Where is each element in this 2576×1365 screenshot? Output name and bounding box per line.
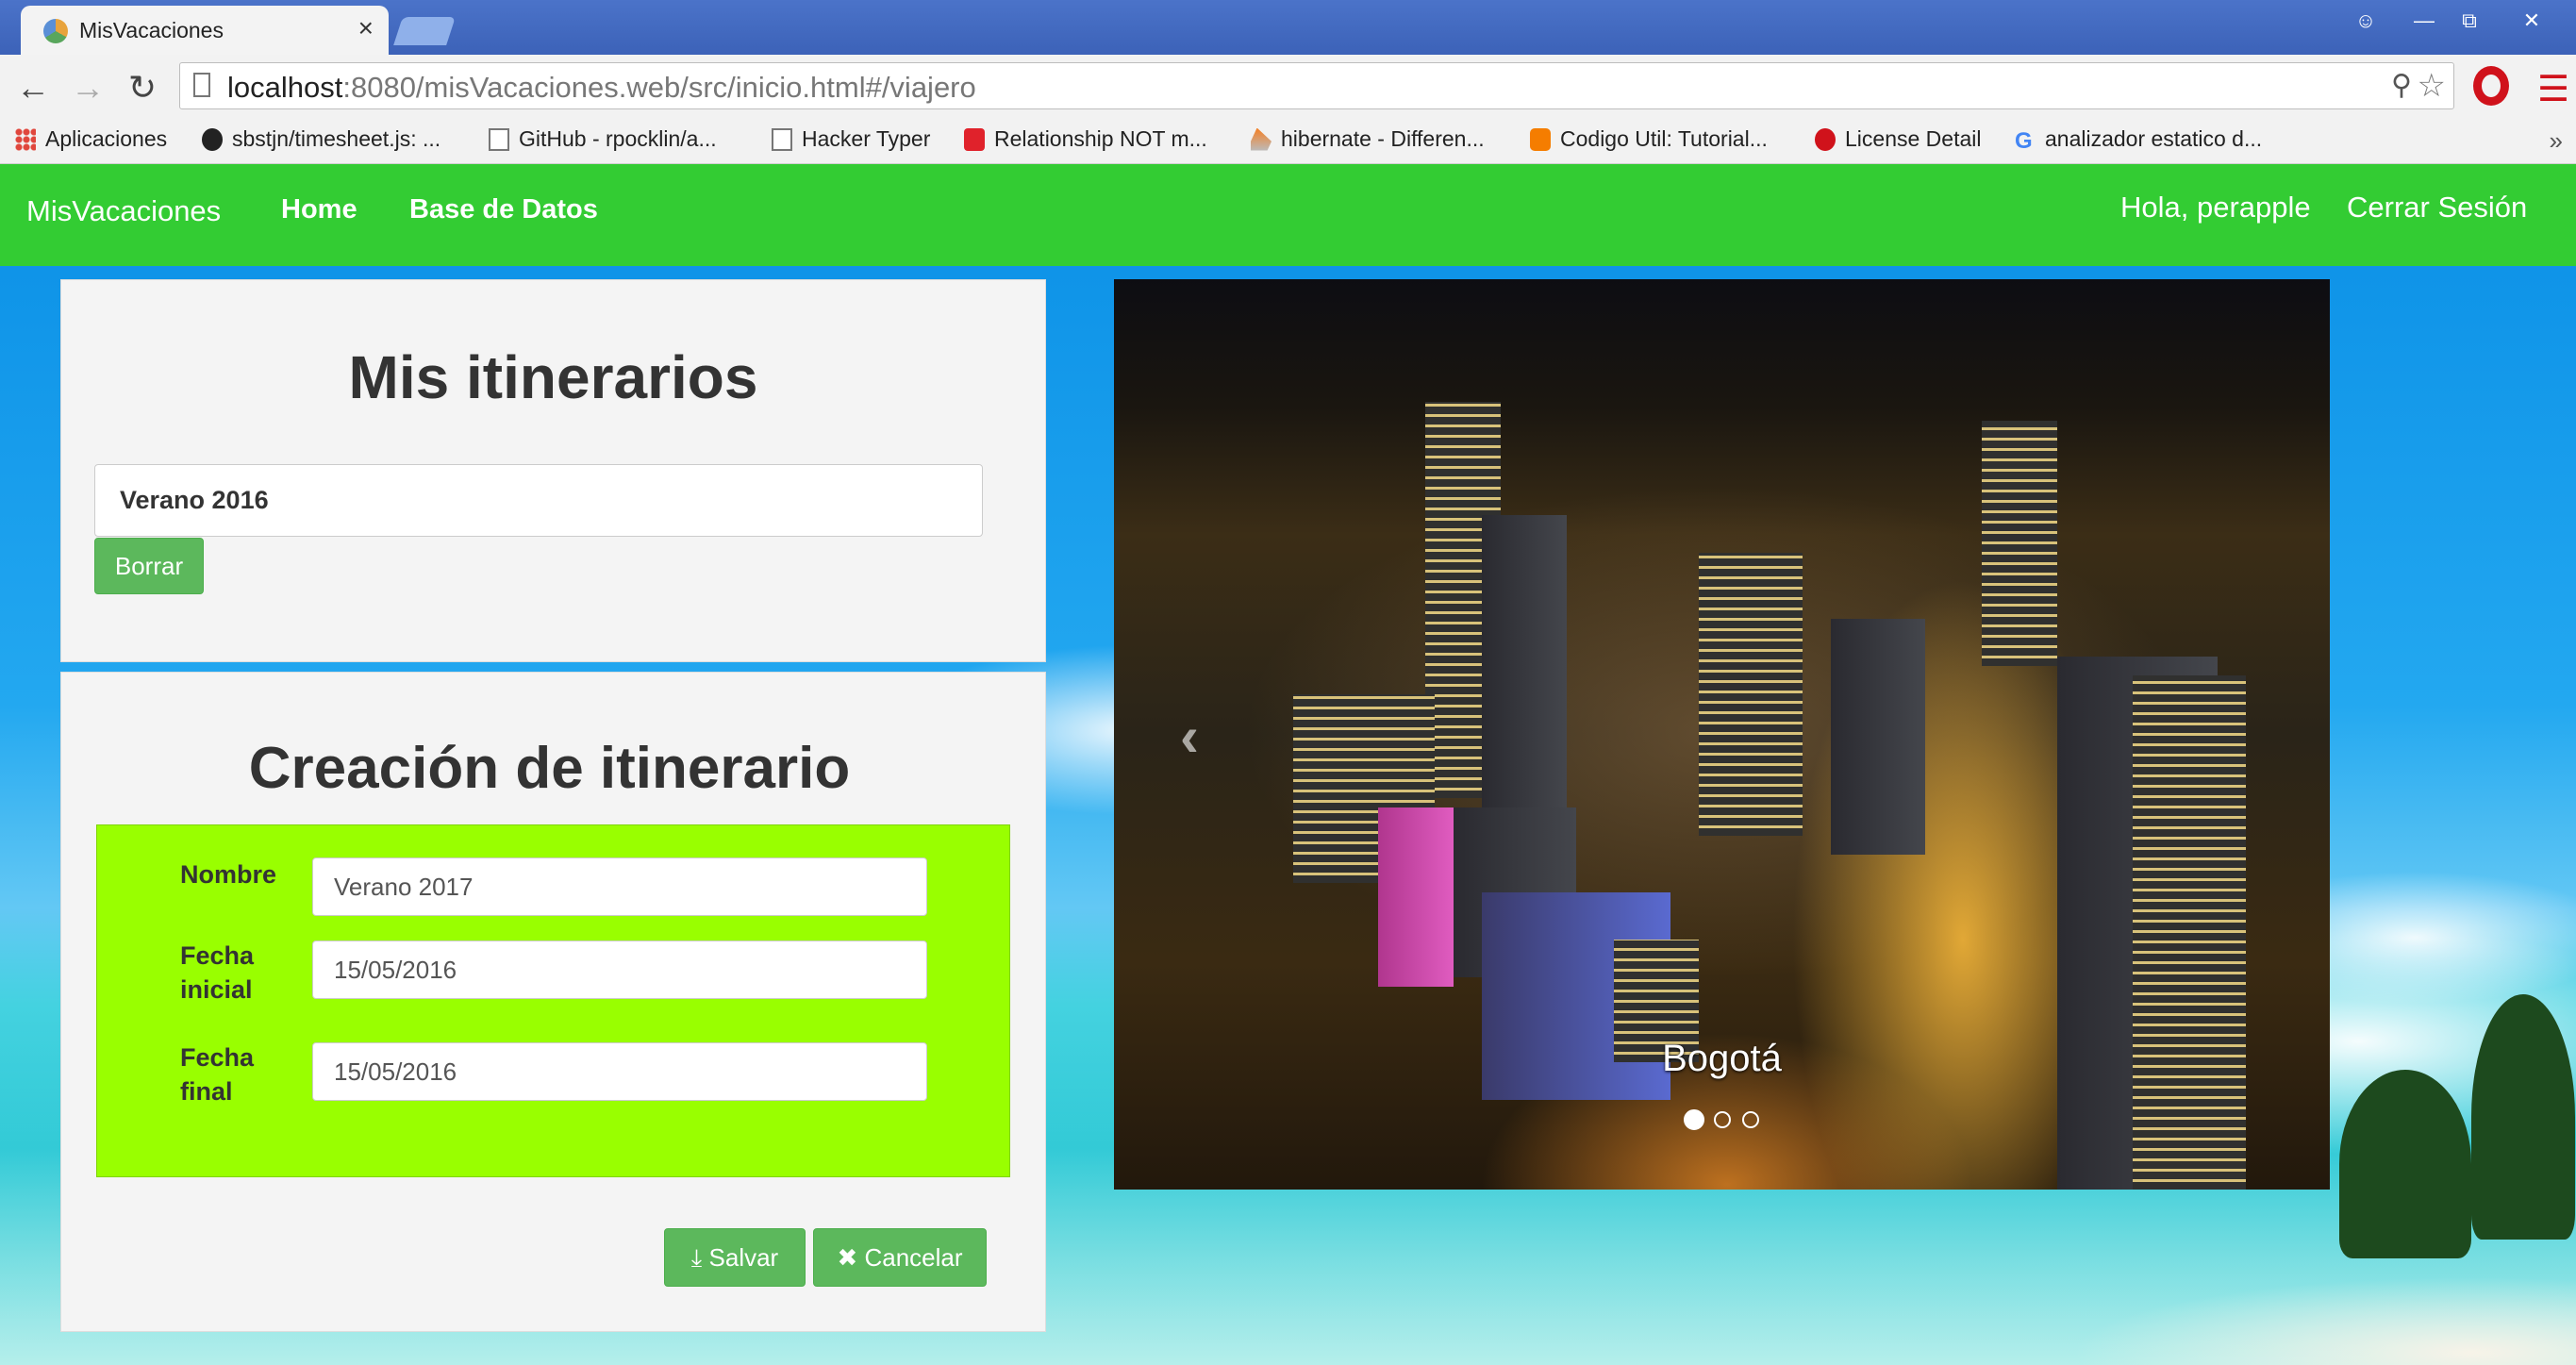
city-building: [1378, 807, 1454, 987]
close-icon: ✖: [837, 1243, 858, 1272]
google-icon: G: [2015, 127, 2033, 154]
page-icon: [489, 127, 509, 151]
apps-icon: [15, 127, 36, 151]
bookmark-item[interactable]: Hacker Typer: [772, 126, 930, 152]
carousel-indicator[interactable]: [1714, 1111, 1731, 1128]
bookmark-item[interactable]: Relationship NOT m...: [964, 126, 1207, 152]
license-icon: [1815, 127, 1836, 151]
page-info-icon: [193, 73, 210, 97]
itinerary-item[interactable]: Verano 2016: [94, 464, 983, 537]
bookmarks-overflow-icon[interactable]: »: [2550, 126, 2563, 156]
fecha-inicial-input[interactable]: 15/05/2016: [312, 941, 927, 999]
relationship-icon: [964, 127, 985, 151]
carousel-caption: Bogotá: [1662, 1038, 1782, 1079]
page-icon: [772, 127, 792, 151]
delete-button[interactable]: Borrar: [94, 538, 204, 594]
bookmark-item[interactable]: sbstjn/timesheet.js: ...: [202, 126, 440, 152]
forward-arrow-icon[interactable]: →: [66, 68, 109, 108]
nav-base-de-datos[interactable]: Base de Datos: [409, 194, 598, 225]
bookmark-item[interactable]: License Detail: [1815, 126, 1981, 152]
opera-extension-icon[interactable]: [2473, 66, 2509, 106]
city-building: [1982, 421, 2057, 666]
address-bar[interactable]: localhost:8080/misVacaciones.web/src/ini…: [179, 62, 2454, 109]
blogger-icon: [1530, 127, 1551, 151]
tab-title: MisVacaciones: [79, 18, 224, 42]
site-favicon-icon: [43, 19, 68, 43]
restore-icon[interactable]: ⧉: [2447, 4, 2492, 38]
city-building: [1482, 515, 1567, 817]
fecha-final-input[interactable]: 15/05/2016: [312, 1042, 927, 1101]
logout-link[interactable]: Cerrar Sesión: [2347, 191, 2527, 225]
stackoverflow-icon: [1251, 127, 1271, 151]
fecha-final-label: Fecha final: [180, 1043, 255, 1106]
city-building: [2133, 675, 2246, 1190]
itinerarios-title: Mis itinerarios: [348, 343, 758, 411]
bookmark-item[interactable]: GitHub - rpocklin/a...: [489, 126, 717, 152]
browser-tab[interactable]: MisVacaciones ×: [21, 6, 389, 55]
bookmark-item[interactable]: Aplicaciones: [15, 126, 167, 152]
image-carousel[interactable]: ‹ Bogotá: [1114, 279, 2330, 1190]
reload-icon[interactable]: ↻: [121, 68, 164, 108]
back-arrow-icon[interactable]: ←: [11, 68, 55, 108]
brand-link[interactable]: MisVacaciones: [26, 194, 221, 228]
nav-home[interactable]: Home: [281, 194, 357, 225]
profile-icon[interactable]: ☺: [2343, 4, 2388, 38]
nombre-input[interactable]: Verano 2017: [312, 857, 927, 916]
palm-trees: [2471, 994, 2575, 1240]
new-tab-button[interactable]: [393, 17, 456, 45]
creacion-title: Creación de itinerario: [248, 736, 851, 801]
nombre-label: Nombre: [180, 860, 277, 889]
itinerary-form: Nombre Verano 2017 Fecha inicial 15/05/20…: [96, 824, 1010, 1177]
user-greeting[interactable]: Hola, perapple: [2120, 191, 2311, 225]
beach-sand: [2075, 1277, 2576, 1365]
carousel-indicator[interactable]: [1742, 1111, 1759, 1128]
download-icon: ⤓: [690, 1243, 703, 1272]
city-building: [1831, 619, 1925, 855]
tab-close-icon[interactable]: ×: [358, 13, 374, 43]
bookmark-item[interactable]: Codigo Util: Tutorial...: [1530, 126, 1768, 152]
carousel-prev-icon[interactable]: ‹: [1180, 704, 1199, 769]
save-button[interactable]: ⤓ Salvar: [664, 1228, 806, 1287]
github-icon: [202, 127, 223, 151]
palm-trees: [2339, 1070, 2471, 1258]
bookmarks-bar: Aplicaciones sbstjn/timesheet.js: ... Gi…: [0, 119, 2576, 164]
cancel-button[interactable]: ✖ Cancelar: [813, 1228, 987, 1287]
zoom-icon[interactable]: ⚲: [2391, 69, 2412, 102]
bookmark-item[interactable]: hibernate - Differen...: [1251, 126, 1485, 152]
city-building: [1699, 553, 1803, 836]
menu-icon[interactable]: ☰: [2537, 68, 2569, 110]
fecha-inicial-label: Fecha inicial: [180, 941, 255, 1004]
bookmark-star-icon[interactable]: ☆: [2418, 67, 2446, 105]
carousel-indicator[interactable]: [1684, 1109, 1704, 1130]
bookmark-item[interactable]: Ganalizador estatico d...: [2015, 126, 2262, 154]
minimize-icon[interactable]: —: [2401, 4, 2447, 38]
window-close-icon[interactable]: ✕: [2509, 4, 2554, 38]
url-text: localhost:8080/misVacaciones.web/src/ini…: [227, 71, 976, 104]
